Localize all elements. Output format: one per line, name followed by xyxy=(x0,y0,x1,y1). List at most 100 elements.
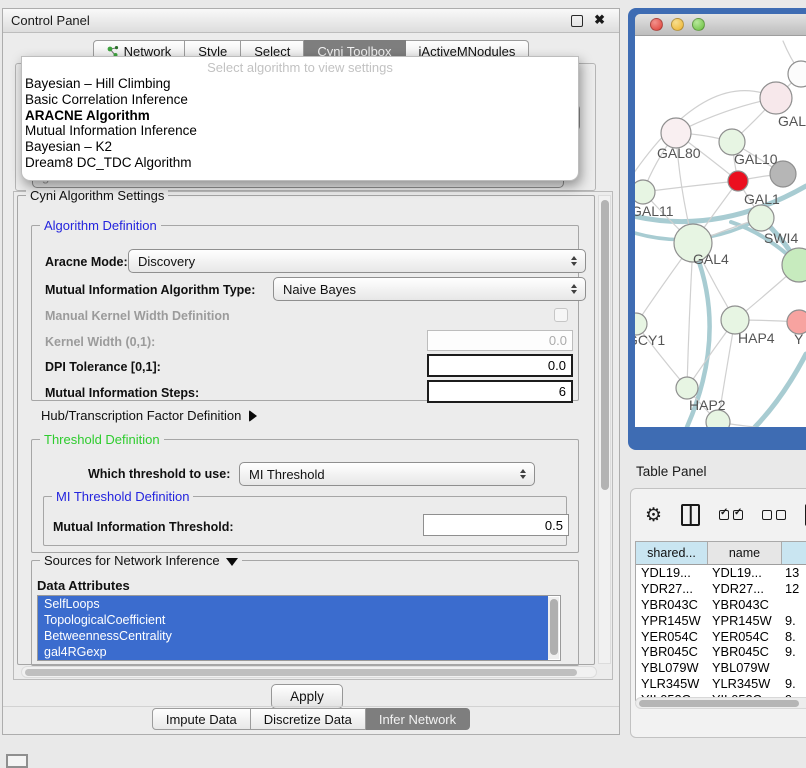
column-header-col2[interactable] xyxy=(782,542,806,564)
footer-divider xyxy=(3,706,619,707)
hub-definition-label: Hub/Transcription Factor Definition xyxy=(41,408,241,423)
table-cell: YLR345W xyxy=(708,676,782,691)
tab-discretize-data[interactable]: Discretize Data xyxy=(251,708,366,730)
node-label-hap4: HAP4 xyxy=(738,330,775,346)
network-graph: GALGAL80GAL10GAL1GAL11SWI4GAL4GCY1HAP4YH… xyxy=(635,36,806,427)
popup-item-list: Bayesian – Hill ClimbingBasic Correlatio… xyxy=(22,76,578,171)
table-horizontal-scrollbar[interactable] xyxy=(635,697,806,709)
scrollbar-thumb[interactable] xyxy=(601,200,609,490)
aracne-mode-select[interactable]: Discovery xyxy=(128,249,586,273)
combo-stepper-icon[interactable] xyxy=(567,284,581,294)
node-label-gal80: GAL80 xyxy=(657,145,701,161)
attribute-item-selfloops[interactable]: SelfLoops xyxy=(38,596,548,612)
manual-kernel-width-checkbox[interactable] xyxy=(554,308,568,322)
node-label-hap2: HAP2 xyxy=(689,397,726,413)
table-row[interactable]: YDL19...YDL19...13 xyxy=(636,565,806,581)
table-panel-title: Table Panel xyxy=(628,464,707,479)
network-edge xyxy=(755,354,806,427)
select-all-icon[interactable] xyxy=(719,510,743,520)
table-cell: 9. xyxy=(782,613,806,628)
tab-label: Infer Network xyxy=(379,712,456,727)
table-row[interactable]: YBL079WYBL079W xyxy=(636,660,806,676)
data-attributes-list[interactable]: SelfLoopsTopologicalCoefficientBetweenne… xyxy=(37,595,561,661)
scrollbar-thumb[interactable] xyxy=(25,669,577,676)
control-panel-window: Control Panel ✖ NetworkStyleSelectCyni T… xyxy=(2,8,620,735)
expand-arrow-icon[interactable] xyxy=(249,410,257,422)
mi-algorithm-type-select[interactable]: Naive Bayes xyxy=(273,277,586,301)
network-node-gal[interactable] xyxy=(760,82,792,114)
dpi-tolerance-input[interactable]: 0.0 xyxy=(427,354,573,377)
column-header-name[interactable]: name xyxy=(708,542,782,564)
column-layout-icon[interactable] xyxy=(681,504,700,526)
table-row[interactable]: YDR27...YDR27...12 xyxy=(636,581,806,597)
mi-threshold-input[interactable]: 0.5 xyxy=(423,514,569,536)
mi-threshold-label: Mutual Information Threshold: xyxy=(53,520,234,534)
settings-vertical-scrollbar[interactable] xyxy=(598,195,611,664)
algorithm-option-basic-correlation-inference[interactable]: Basic Correlation Inference xyxy=(22,92,578,108)
table-row[interactable]: YER054CYER054C8. xyxy=(636,628,806,644)
collapse-arrow-icon[interactable] xyxy=(226,558,238,566)
group-title: Threshold Definition xyxy=(40,432,164,447)
scrollbar-thumb[interactable] xyxy=(639,700,799,707)
zoom-traffic-light-icon[interactable] xyxy=(692,18,705,31)
node-label-swi4: SWI4 xyxy=(764,230,798,246)
algorithm-option-dream8-dc-tdc-algorithm[interactable]: Dream8 DC_TDC Algorithm xyxy=(22,155,578,171)
tab-impute-data[interactable]: Impute Data xyxy=(152,708,251,730)
sources-group-title[interactable]: Sources for Network Inference xyxy=(40,553,242,568)
unchecked-box-icon xyxy=(776,510,786,520)
algorithm-option-aracne-algorithm[interactable]: ARACNE Algorithm xyxy=(22,108,578,124)
network-node-gal80[interactable] xyxy=(661,118,691,148)
scrollbar-thumb[interactable] xyxy=(550,599,558,655)
table-cell: 13 xyxy=(782,565,806,580)
table-cell: YBL079W xyxy=(708,660,782,675)
algorithm-option-bayesian-k2[interactable]: Bayesian – K2 xyxy=(22,139,578,155)
table-row[interactable]: YBR045CYBR045C9. xyxy=(636,644,806,660)
table-row[interactable]: YPR145WYPR145W9. xyxy=(636,612,806,628)
combo-stepper-icon[interactable] xyxy=(567,256,581,266)
deselect-all-icon[interactable] xyxy=(762,510,786,520)
table-row[interactable]: YBR043CYBR043C xyxy=(636,597,806,613)
close-icon[interactable]: ✖ xyxy=(594,12,605,28)
mi-algorithm-type-value: Naive Bayes xyxy=(274,282,567,297)
table-cell: YPR145W xyxy=(636,613,708,628)
combo-stepper-icon[interactable] xyxy=(516,469,530,479)
gear-icon[interactable]: ⚙ xyxy=(645,506,662,525)
tab-infer-network[interactable]: Infer Network xyxy=(366,708,470,730)
table-cell: YBR043C xyxy=(636,597,708,612)
table-cell: YBL079W xyxy=(636,660,708,675)
mi-steps-input[interactable]: 6 xyxy=(427,380,573,403)
hub-definition-expander[interactable]: Hub/Transcription Factor Definition xyxy=(41,408,257,423)
table-body: YDL19...YDL19...13YDR27...YDR27...12YBR0… xyxy=(636,565,806,701)
node-label-gal: GAL xyxy=(778,113,806,129)
attribute-item-betweennesscentrality[interactable]: BetweennessCentrality xyxy=(38,628,548,644)
algorithm-option-bayesian-hill-climbing[interactable]: Bayesian – Hill Climbing xyxy=(22,76,578,92)
popup-placeholder: Select algorithm to view settings xyxy=(22,57,578,76)
network-node-gal1[interactable] xyxy=(728,171,748,191)
table-cell: YDR27... xyxy=(636,581,708,596)
network-node-swi4[interactable] xyxy=(748,205,774,231)
screen: { "control_panel": { "title": "Control P… xyxy=(0,0,806,762)
minimize-traffic-light-icon[interactable] xyxy=(671,18,684,31)
column-header-shared[interactable]: shared... xyxy=(636,542,708,564)
which-threshold-value: MI Threshold xyxy=(240,467,516,482)
minimized-panel-icon[interactable] xyxy=(6,754,28,768)
table-row[interactable]: YLR345WYLR345W9. xyxy=(636,676,806,692)
float-window-icon[interactable] xyxy=(571,15,583,27)
attribute-item-gal4rgexp[interactable]: gal4RGexp xyxy=(38,644,548,660)
table-cell: YLR345W xyxy=(636,676,708,691)
network-node-gal11[interactable] xyxy=(635,180,655,204)
network-canvas[interactable]: GALGAL80GAL10GAL1GAL11SWI4GAL4GCY1HAP4YH… xyxy=(635,36,806,427)
settings-horizontal-scrollbar[interactable] xyxy=(21,666,597,678)
table-panel: ⚙ shared...name YDL19...YDL19...13YDR27.… xyxy=(630,488,806,738)
close-traffic-light-icon[interactable] xyxy=(650,18,663,31)
attributes-scrollbar[interactable] xyxy=(548,597,559,659)
table-cell: 8. xyxy=(782,629,806,644)
attribute-item-topologicalcoefficient[interactable]: TopologicalCoefficient xyxy=(38,612,548,628)
table-cell: 9. xyxy=(782,676,806,691)
network-node-hap2[interactable] xyxy=(676,377,698,399)
network-window-titlebar[interactable] xyxy=(635,14,806,36)
algorithm-dropdown-popup: Select algorithm to view settings Bayesi… xyxy=(21,56,579,181)
algorithm-option-mutual-information-inference[interactable]: Mutual Information Inference xyxy=(22,123,578,139)
which-threshold-select[interactable]: MI Threshold xyxy=(239,462,535,486)
table-cell: YER054C xyxy=(708,629,782,644)
